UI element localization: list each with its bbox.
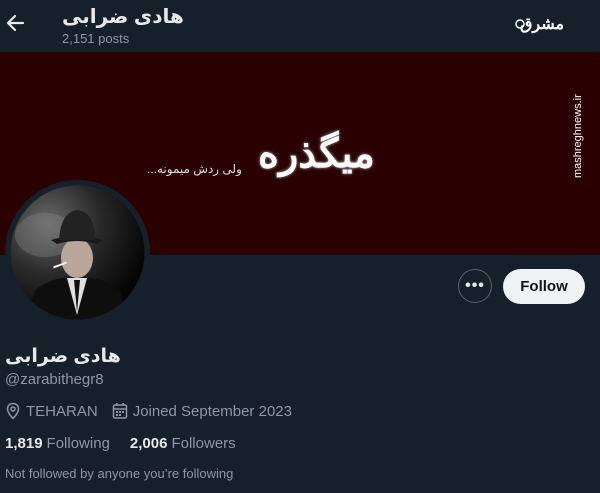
header-title: هادی ضرابی [62, 6, 184, 28]
top-bar: هادی ضرابی 2,151 posts مشرق [0, 0, 600, 52]
watermark-url: mashreghnews.ir [572, 94, 584, 178]
banner-main-text: میگذره [258, 130, 375, 177]
back-arrow-icon[interactable] [4, 10, 26, 36]
not-followed-notice: Not followed by anyone you’re following [5, 466, 234, 481]
banner-sub-text: ولی ردش میمونه... [147, 162, 242, 176]
posts-count: 2,151 posts [62, 31, 130, 46]
mashregh-logo: مشرق [515, 14, 564, 34]
following-count: 1,819 [5, 435, 43, 452]
profile-meta: TEHARAN Joined September 2023 [5, 402, 292, 420]
follow-button[interactable]: Follow [503, 269, 585, 304]
following-label: Following [46, 435, 110, 452]
followers-count: 2,006 [129, 435, 168, 452]
following-link[interactable]: 1,819 Following [5, 435, 110, 452]
followers-label: Followers [171, 435, 236, 452]
svg-text:مشرق: مشرق [520, 14, 564, 34]
avatar-image [5, 180, 150, 325]
calendar-icon [112, 403, 127, 419]
joined-text: Joined September 2023 [132, 402, 292, 420]
profile-handle: @zarabithegr8 [5, 371, 104, 388]
followers-link[interactable]: 2,006 Followers [130, 435, 236, 452]
location-icon [6, 402, 20, 420]
avatar[interactable] [5, 180, 150, 325]
location-text: TEHARAN [26, 402, 98, 420]
profile-name: هادی ضرابی [5, 346, 121, 367]
follow-counts: 1,819 Following 2,006 Followers [5, 435, 236, 452]
svg-text:mashreghnews.ir: mashreghnews.ir [572, 94, 584, 178]
more-options-button[interactable]: ••• [458, 269, 492, 303]
